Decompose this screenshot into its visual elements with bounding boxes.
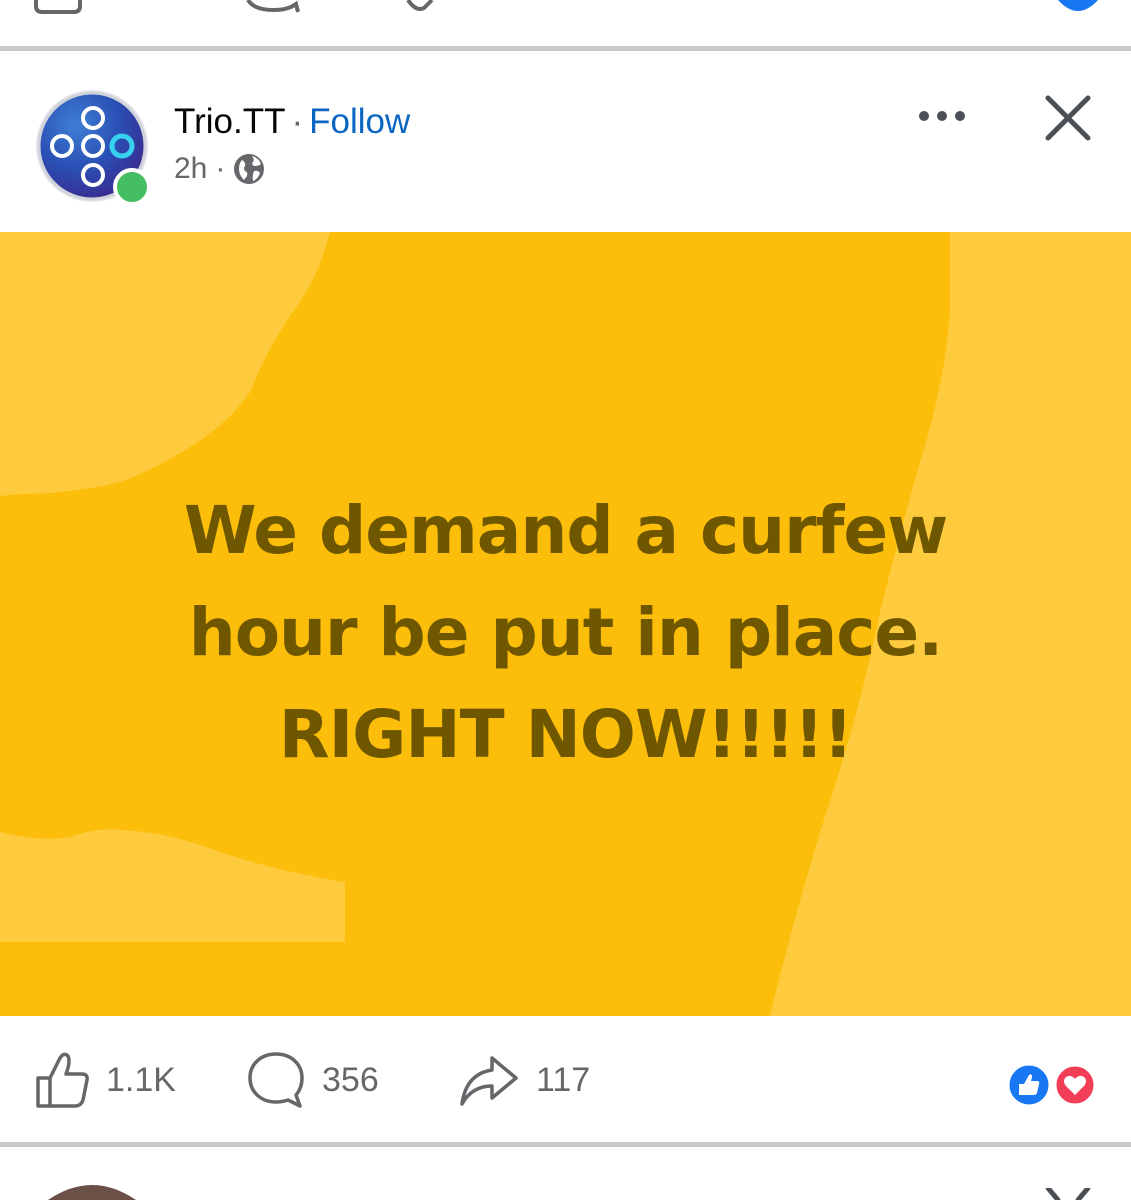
- post-content-background[interactable]: We demand a curfew hour be put in place.…: [0, 232, 1131, 1016]
- online-status-dot: [113, 168, 151, 206]
- share-icon[interactable]: [402, 0, 454, 14]
- share-icon: [460, 1056, 518, 1106]
- meta-separator: ·: [215, 152, 226, 185]
- avatar[interactable]: [46, 1184, 138, 1200]
- follow-link[interactable]: Follow: [309, 102, 410, 141]
- next-post-header: [0, 1148, 1131, 1200]
- share-button[interactable]: 117: [458, 1048, 590, 1112]
- comment-count: 356: [322, 1060, 379, 1099]
- more-icon: [919, 111, 965, 121]
- like-icon: [36, 1052, 89, 1108]
- globe-icon: [234, 154, 265, 184]
- post-author-line: Trio.TT · Follow: [174, 102, 410, 142]
- like-count: 1.1K: [106, 1060, 176, 1099]
- love-reaction-icon: [1053, 1063, 1097, 1107]
- separator: ·: [291, 102, 304, 141]
- post-actions-bar: 1.1K 356 117: [0, 1016, 1131, 1144]
- post-text: We demand a curfew hour be put in place.…: [0, 480, 1131, 786]
- like-button[interactable]: 1.1K: [34, 1048, 176, 1112]
- like-icon[interactable]: [30, 0, 86, 14]
- close-icon: [1045, 95, 1091, 141]
- post-text-line: We demand a curfew: [183, 492, 948, 569]
- post-header: Trio.TT · Follow 2h ·: [0, 52, 1131, 232]
- comment-icon[interactable]: [244, 0, 304, 14]
- post-text-line: RIGHT NOW!!!!!: [278, 696, 853, 773]
- post-divider: [0, 46, 1131, 51]
- comment-button[interactable]: 356: [246, 1048, 379, 1112]
- reaction-icon: [1058, 0, 1098, 11]
- close-icon[interactable]: [1044, 1188, 1092, 1200]
- post-divider: [0, 1142, 1131, 1147]
- hide-post-button[interactable]: [1042, 92, 1094, 144]
- reactions-summary[interactable]: [1005, 1062, 1097, 1108]
- like-reaction-icon: [1006, 1062, 1052, 1108]
- post-text-line: hour be put in place.: [188, 594, 944, 671]
- author-name[interactable]: Trio.TT: [174, 102, 285, 141]
- post-time[interactable]: 2h: [174, 152, 207, 186]
- comment-icon: [248, 1052, 304, 1108]
- more-options-button[interactable]: [912, 102, 972, 130]
- share-count: 117: [536, 1060, 591, 1099]
- post-meta: 2h ·: [174, 152, 265, 186]
- previous-post-actions: [0, 0, 1131, 46]
